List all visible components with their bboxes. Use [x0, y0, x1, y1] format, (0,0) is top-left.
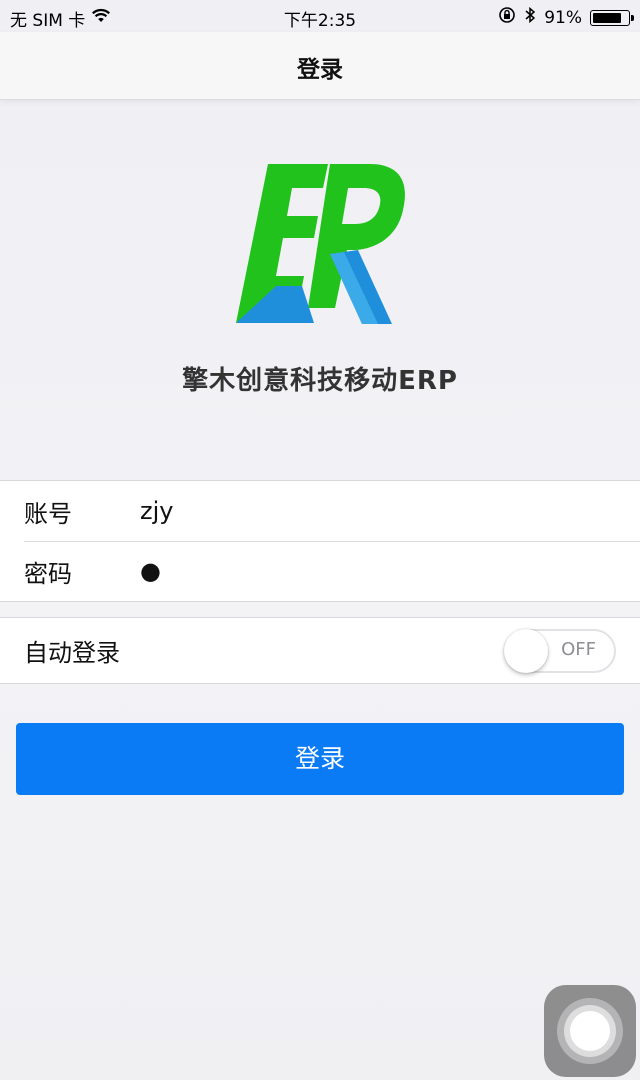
- auto-login-toggle[interactable]: OFF: [504, 629, 616, 673]
- assistive-touch-ring-inner: [570, 1011, 610, 1051]
- password-label: 密码: [24, 559, 72, 588]
- auto-login-row: 自动登录 OFF: [0, 618, 640, 683]
- page-title: 登录: [297, 57, 343, 83]
- login-screen: 无 SIM 卡 下午2:35 91% 登录 擎木创意科技移动ERP 账号 zjy…: [0, 0, 640, 1080]
- status-bar: 无 SIM 卡 下午2:35 91%: [0, 0, 640, 32]
- auto-login-group: 自动登录 OFF: [0, 617, 640, 684]
- rotation-lock-icon: [498, 6, 516, 29]
- company-name: 擎木创意科技移动ERP: [182, 366, 458, 396]
- credentials-group: 账号 zjy 密码 ●: [0, 480, 640, 602]
- toggle-state-label: OFF: [561, 639, 596, 660]
- account-label: 账号: [24, 499, 72, 528]
- toggle-knob: [504, 629, 548, 673]
- account-row: 账号 zjy: [0, 481, 640, 541]
- auto-login-label: 自动登录: [24, 639, 120, 667]
- erp-logo: [230, 158, 410, 328]
- account-input[interactable]: zjy: [140, 497, 173, 525]
- bluetooth-icon: [524, 6, 536, 29]
- login-button[interactable]: 登录: [16, 723, 624, 795]
- navigation-bar: 登录: [0, 32, 640, 100]
- password-input[interactable]: ●: [140, 557, 161, 585]
- battery-fill: [593, 12, 621, 23]
- status-right: 91%: [498, 6, 634, 29]
- password-row: 密码 ●: [0, 541, 640, 601]
- battery-percent: 91%: [544, 7, 582, 28]
- assistive-touch-button[interactable]: [544, 985, 636, 1077]
- battery-icon: [590, 9, 634, 26]
